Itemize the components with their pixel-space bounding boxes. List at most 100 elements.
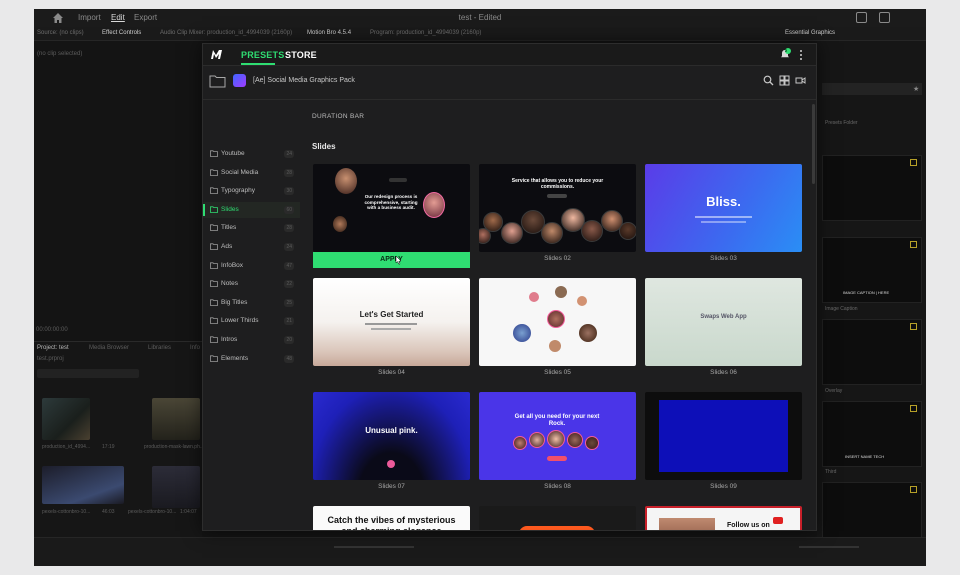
template-badge-icon [910, 241, 917, 248]
video-preview-icon[interactable] [795, 75, 806, 86]
search-icon[interactable] [763, 75, 774, 86]
face-image [567, 432, 583, 448]
sidebar-item-youtube[interactable]: Youtube 24 [203, 146, 300, 162]
folder-icon[interactable] [209, 74, 226, 88]
star-icon[interactable]: ★ [913, 85, 919, 93]
pack-toolbar: [Ae] Social Media Graphics Pack [203, 66, 816, 100]
eg-template[interactable] [822, 155, 922, 221]
template-badge-icon [910, 405, 917, 412]
preset-grid-area: DURATION BAR Slides Our redesign process… [303, 100, 808, 530]
sidebar-item-elements[interactable]: Elements 48 [203, 351, 300, 367]
fullscreen-icon[interactable] [902, 12, 913, 23]
preset-caption: Slides 08 [544, 483, 571, 490]
clip-duration: 46:03 [102, 509, 115, 515]
slide-button [547, 194, 567, 198]
sidebar-item-titles[interactable]: Titles 28 [203, 220, 300, 236]
workspace-icon[interactable] [856, 12, 867, 23]
tab-audio-clip-mixer[interactable]: Audio Clip Mixer: production_id_4994039 … [160, 30, 292, 36]
slide-headline: Let's Get Started [359, 310, 424, 319]
sidebar-item-big-titles[interactable]: Big Titles 25 [203, 295, 300, 311]
folder-icon [210, 243, 218, 250]
tab-source[interactable]: Source: (no clips) [37, 30, 84, 36]
category-label: Titles [221, 224, 237, 232]
eg-slider[interactable] [799, 546, 859, 548]
preset-thumbnail: Let's Get Started [313, 278, 470, 366]
eg-template-label: Third [825, 469, 837, 475]
tab-effect-controls[interactable]: Effect Controls [102, 30, 141, 36]
tab-info[interactable]: Info [190, 345, 200, 351]
clip-thumb[interactable] [152, 398, 200, 440]
panel-tab-bar: Source: (no clips) Effect Controls Audio… [34, 27, 926, 41]
grid-scrollbar[interactable] [812, 104, 815, 184]
category-label: Notes [221, 280, 238, 288]
eg-search[interactable] [822, 83, 922, 95]
slide-button [547, 456, 567, 461]
category-label: Big Titles [221, 298, 248, 306]
folder-icon [210, 299, 218, 306]
category-label: Ads [221, 243, 233, 250]
tab-program[interactable]: Program: production_id_4994039 (2160p) [370, 30, 481, 36]
sidebar-item-social-media[interactable]: Social Media 28 [203, 165, 300, 181]
tab-essential-graphics[interactable]: Essential Graphics [785, 30, 835, 36]
category-count: 47 [284, 261, 294, 270]
eg-template[interactable] [822, 319, 922, 385]
slide-headline: Get all you need for your next Rock. [514, 414, 600, 427]
motion-bro-window: PRESETS STORE 2 [Ae] Social Media Graphi… [202, 43, 817, 531]
eg-template[interactable]: IMAGE CAPTION | HERE [822, 237, 922, 303]
preset-thumbnail [479, 278, 636, 366]
preset-caption: Slides 02 [544, 255, 571, 262]
preset-caption: Slides 09 [710, 483, 737, 490]
sidebar-item-typography[interactable]: Typography 30 [203, 183, 300, 199]
zoom-slider[interactable] [334, 546, 414, 548]
eg-template[interactable]: INSERT NAME TECH [822, 401, 922, 467]
tab-presets[interactable]: PRESETS [241, 50, 284, 60]
pack-name[interactable]: [Ae] Social Media Graphics Pack [253, 77, 355, 84]
section-title: Slides [312, 142, 336, 151]
clip-thumb[interactable] [152, 466, 200, 508]
category-count: 25 [284, 298, 294, 307]
share-icon[interactable] [879, 12, 890, 23]
active-indicator [203, 203, 205, 216]
sidebar-item-infobox[interactable]: InfoBox 47 [203, 258, 300, 274]
no-clip-text: (no clip selected) [37, 51, 83, 57]
clip-name: pexels-cottonbro-10... [128, 509, 177, 515]
motion-bro-header: PRESETS STORE 2 [203, 44, 816, 66]
sidebar-item-slides[interactable]: Slides 60 [203, 201, 300, 218]
preset-caption: Slides 04 [378, 369, 405, 376]
tab-motion-bro[interactable]: Motion Bro 4.5.4 [307, 30, 351, 36]
tab-store[interactable]: STORE [285, 50, 317, 60]
face-image [513, 436, 527, 450]
clip-thumb[interactable] [42, 466, 124, 504]
preset-thumbnail: Bliss. [645, 164, 802, 252]
more-options-icon[interactable] [797, 49, 805, 61]
folder-icon [210, 317, 218, 325]
category-count: 20 [284, 336, 294, 344]
tab-media-browser[interactable]: Media Browser [89, 345, 129, 351]
face-image [619, 222, 636, 240]
sidebar-item-intros[interactable]: Intros 20 [203, 332, 300, 348]
category-sidebar: Youtube 24 Social Media 28 Typography 30 Slide… [203, 100, 300, 530]
preset-thumbnail: Service that allows you to reduce your c… [479, 164, 636, 252]
motion-bro-logo-icon [211, 50, 222, 59]
duration-bar-label[interactable]: DURATION BAR [312, 113, 364, 120]
category-count: 28 [284, 224, 294, 233]
preset-caption: Slides 05 [544, 369, 571, 376]
sidebar-item-ads[interactable]: Ads 24 [203, 239, 300, 255]
category-count: 60 [284, 205, 294, 214]
template-badge-icon [910, 486, 917, 493]
active-tab-indicator [241, 63, 275, 65]
tab-project[interactable]: Project: test [37, 345, 69, 351]
category-label: InfoBox [221, 261, 244, 269]
preset-thumbnail: Get all you need for your next Rock. [479, 392, 636, 480]
project-search[interactable] [37, 369, 139, 378]
apply-button[interactable]: APPLY [313, 252, 470, 268]
category-label: Lower Thirds [221, 317, 259, 325]
sidebar-item-notes[interactable]: Notes 22 [203, 276, 300, 292]
clip-thumb[interactable] [42, 398, 90, 440]
tab-libraries[interactable]: Libraries [148, 345, 171, 351]
grid-view-icon[interactable] [779, 75, 790, 86]
youtube-icon [773, 517, 783, 524]
folder-icon [210, 261, 218, 269]
folder-icon [210, 206, 218, 213]
sidebar-item-lower-thirds[interactable]: Lower Thirds 21 [203, 313, 300, 329]
